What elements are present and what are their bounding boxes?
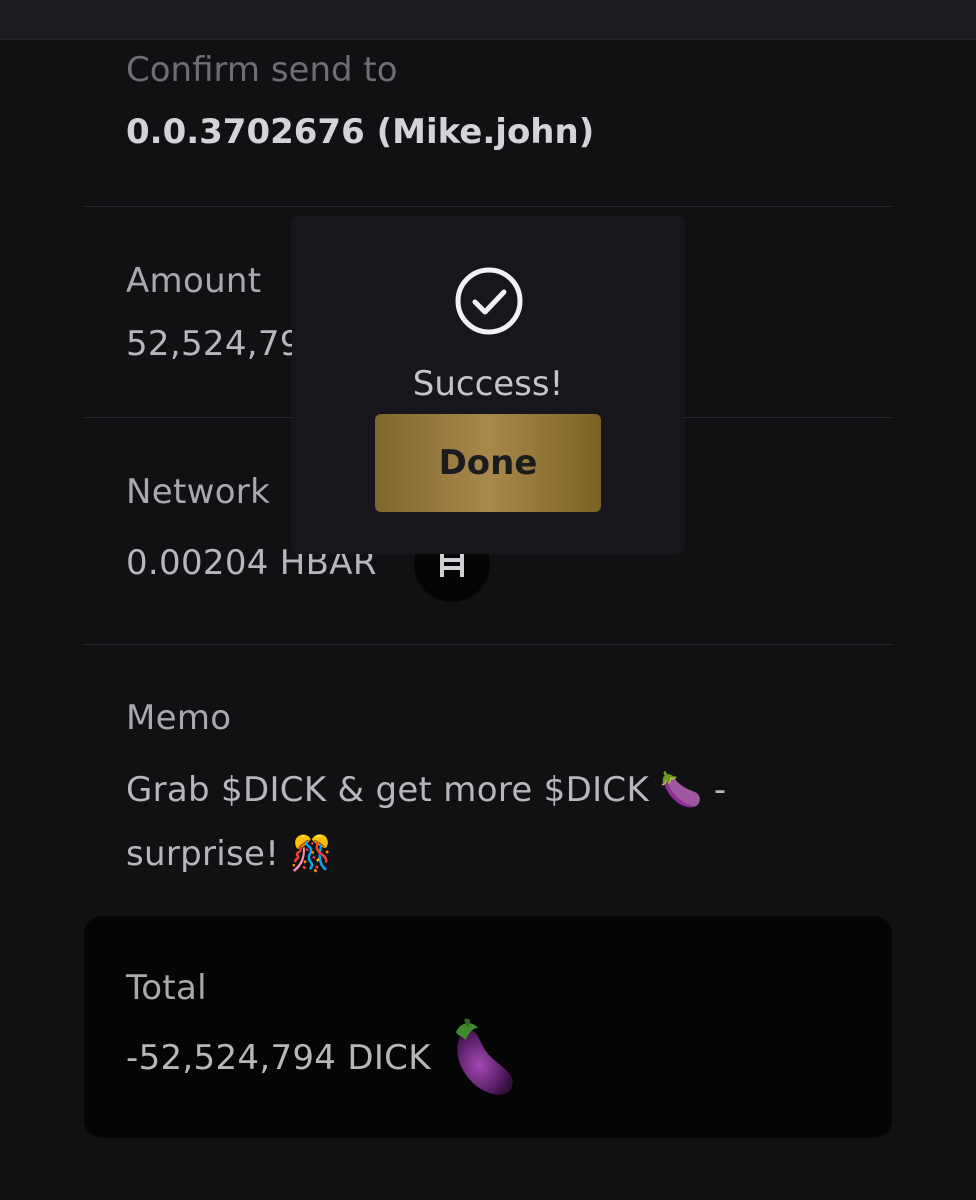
done-button[interactable]: Done [375, 414, 601, 512]
amount-value: 52,524,794 [126, 324, 296, 364]
transaction-summary: Confirm send to 0.0.3702676 (Mike.john) … [0, 0, 976, 1200]
app-root: Confirm send to 0.0.3702676 (Mike.john) … [0, 0, 976, 1200]
divider [84, 206, 892, 207]
check-circle-icon [454, 266, 524, 336]
memo-text: Grab $DICK & get more $DICK 🍆 - surprise… [126, 758, 806, 886]
memo-label: Memo [126, 698, 232, 738]
total-label: Total [126, 968, 207, 1008]
network-label: Network [126, 472, 271, 512]
total-value: -52,524,794 DICK [126, 1038, 431, 1078]
eggplant-icon [446, 1016, 516, 1104]
recipient-account: 0.0.3702676 (Mike.john) [126, 112, 595, 152]
success-dialog: Success! Done [292, 216, 684, 554]
amount-label: Amount [126, 261, 262, 301]
divider [84, 644, 892, 645]
success-message: Success! [412, 364, 564, 404]
memo-line-2: surprise! 🎊 [126, 834, 333, 874]
confirm-label: Confirm send to [126, 50, 398, 90]
memo-line-1: Grab $DICK & get more $DICK 🍆 - [126, 770, 727, 810]
